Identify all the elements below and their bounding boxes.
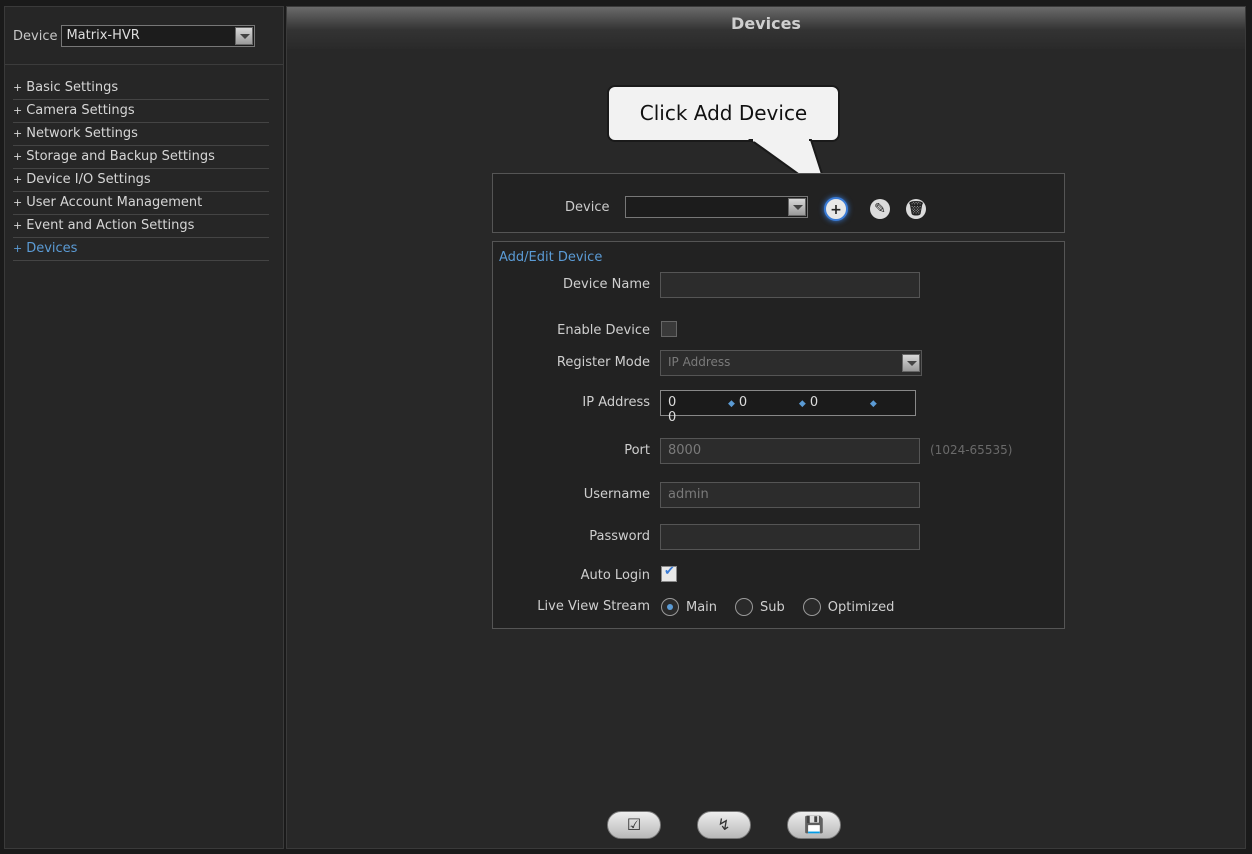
expand-plus-icon: + (13, 219, 23, 232)
auto-login-row: Auto Login (493, 563, 1064, 589)
enable-device-checkbox[interactable] (661, 321, 677, 337)
live-view-stream-label: Live View Stream (537, 599, 650, 614)
live-view-stream-row: Live View Stream Main Sub Optimized (493, 596, 1064, 622)
apply-icon: ☑ (626, 815, 642, 834)
username-row: Username admin (493, 482, 1064, 508)
add-device-button[interactable]: + (824, 197, 848, 221)
ip-address-row: IP Address 0 ◆ 0 ◆ 0 ◆0 (493, 390, 1064, 425)
menu-item-label: Devices (26, 241, 78, 256)
save-button[interactable]: 💾 (787, 811, 841, 839)
ip-dot-icon: ◆ (798, 399, 806, 409)
stream-optimized-label[interactable]: Optimized (828, 600, 895, 615)
menu-item-label: User Account Management (26, 195, 203, 210)
device-select-row: Device Matrix-HVR (13, 25, 256, 47)
port-range-hint: (1024-65535) (930, 443, 1013, 457)
port-label: Port (624, 443, 650, 458)
expand-plus-icon: + (13, 242, 23, 255)
ip-address-input[interactable]: 0 ◆ 0 ◆ 0 ◆0 (660, 390, 916, 425)
expand-plus-icon: + (13, 196, 23, 209)
username-label: Username (583, 487, 650, 502)
refresh-button[interactable]: ↯ (697, 811, 751, 839)
expand-plus-icon: + (13, 81, 23, 94)
device-dropdown[interactable]: Matrix-HVR (61, 25, 256, 47)
expand-plus-icon: + (13, 127, 23, 140)
chevron-down-icon[interactable] (902, 354, 920, 372)
ip-octet-4[interactable]: 0 (668, 410, 698, 425)
expand-plus-icon: + (13, 104, 23, 117)
menu-item-label: Camera Settings (26, 103, 135, 118)
apply-button[interactable]: ☑ (607, 811, 661, 839)
device-name-label: Device Name (563, 277, 650, 292)
menu-item-label: Basic Settings (26, 80, 119, 95)
auto-login-label: Auto Login (580, 568, 650, 583)
stream-main-label[interactable]: Main (686, 600, 717, 615)
edit-pencil-icon: ✎ (874, 201, 886, 217)
expand-plus-icon: + (13, 150, 23, 163)
enable-device-row: Enable Device (493, 318, 1064, 344)
port-row: Port 8000 (1024-65535) (493, 438, 1064, 464)
stream-sub-label[interactable]: Sub (760, 600, 785, 615)
device-select[interactable] (625, 196, 808, 218)
chevron-down-icon[interactable] (235, 27, 254, 45)
menu-item-devices[interactable]: + Devices (13, 238, 269, 261)
device-label: Device (13, 28, 58, 44)
menu-item-label: Network Settings (26, 126, 138, 141)
password-row: Password (493, 524, 1064, 550)
add-edit-device-form: Add/Edit Device Device Name Enable Devic… (492, 241, 1065, 629)
delete-trash-icon: 🗑 (907, 201, 925, 217)
sidebar-divider (5, 64, 283, 65)
ip-octet-1[interactable]: 0 (668, 395, 728, 410)
device-dropdown-value: Matrix-HVR (66, 28, 140, 43)
username-input[interactable]: admin (660, 482, 920, 508)
password-input[interactable] (660, 524, 920, 550)
auto-login-checkbox[interactable] (661, 564, 677, 582)
ip-octet-2[interactable]: 0 (739, 395, 799, 410)
device-selector-panel: Device + ✎ 🗑 (492, 173, 1065, 233)
expand-plus-icon: + (13, 173, 23, 186)
settings-menu: + Basic Settings + Camera Settings + Networ… (13, 77, 269, 261)
stream-radio-group: Main Sub Optimized (661, 596, 912, 618)
menu-item-camera-settings[interactable]: + Camera Settings (13, 100, 269, 123)
callout-tooltip: Click Add Device (607, 85, 840, 142)
port-input[interactable]: 8000 (660, 438, 920, 464)
enable-device-label: Enable Device (557, 323, 650, 338)
add-circle-icon: + (830, 202, 842, 218)
register-mode-row: Register Mode IP Address (493, 350, 1064, 376)
register-mode-select[interactable]: IP Address (660, 350, 922, 376)
menu-item-storage-backup[interactable]: + Storage and Backup Settings (13, 146, 269, 169)
chevron-down-icon[interactable] (788, 198, 806, 216)
menu-item-device-io[interactable]: + Device I/O Settings (13, 169, 269, 192)
delete-device-button[interactable]: 🗑 (906, 199, 926, 219)
main-panel: Devices Click Add Device Device + ✎ 🗑 Ad… (286, 6, 1246, 849)
menu-item-label: Device I/O Settings (26, 172, 151, 187)
device-row-label: Device (565, 200, 610, 215)
menu-item-user-accounts[interactable]: + User Account Management (13, 192, 269, 215)
form-title: Add/Edit Device (499, 250, 603, 265)
password-label: Password (589, 529, 650, 544)
menu-item-label: Storage and Backup Settings (26, 149, 215, 164)
stream-main-radio[interactable] (661, 598, 679, 616)
menu-item-event-action[interactable]: + Event and Action Settings (13, 215, 269, 238)
register-mode-label: Register Mode (556, 355, 650, 370)
ip-dot-icon: ◆ (728, 399, 735, 409)
stream-sub-radio[interactable] (735, 598, 754, 616)
ip-address-label: IP Address (582, 395, 650, 410)
sidebar: Device Matrix-HVR + Basic Settings + Camer… (4, 6, 284, 849)
device-name-input[interactable] (660, 272, 920, 298)
stream-optimized-radio[interactable] (802, 598, 821, 616)
save-icon: 💾 (804, 815, 824, 834)
edit-device-button[interactable]: ✎ (870, 199, 890, 219)
device-name-row: Device Name (493, 272, 1064, 298)
ip-octet-3[interactable]: 0 (810, 395, 870, 410)
register-mode-value: IP Address (668, 355, 731, 369)
refresh-icon: ↯ (717, 815, 731, 834)
menu-item-basic-settings[interactable]: + Basic Settings (13, 77, 269, 100)
menu-item-network-settings[interactable]: + Network Settings (13, 123, 269, 146)
menu-item-label: Event and Action Settings (26, 218, 195, 233)
ip-dot-icon: ◆ (869, 399, 877, 409)
page-title: Devices (287, 7, 1245, 49)
